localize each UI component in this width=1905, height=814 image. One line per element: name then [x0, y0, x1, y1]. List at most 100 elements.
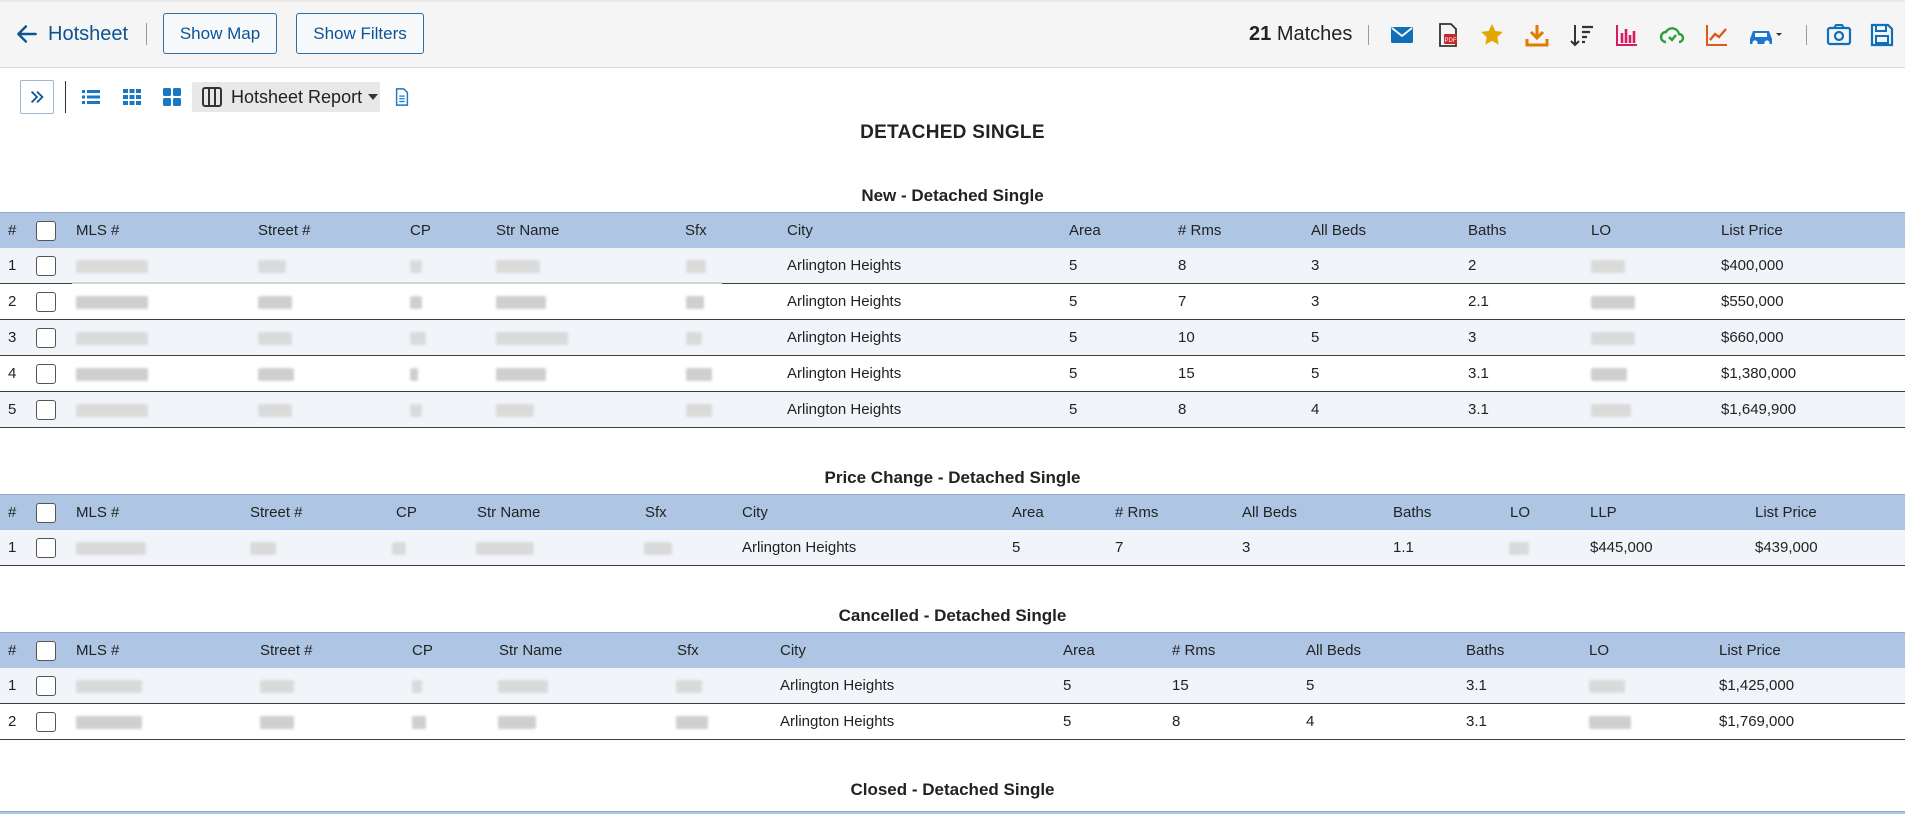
col-header[interactable]: Sfx	[685, 213, 707, 249]
redacted-mls	[76, 368, 148, 381]
table-row[interactable]: 1 Arlington Heights 5 8 3 2 $400,000	[0, 248, 1905, 284]
col-header[interactable]: Area	[1063, 633, 1095, 669]
col-header[interactable]: CP	[396, 495, 417, 531]
star-icon[interactable]	[1477, 20, 1507, 50]
col-header[interactable]: Street #	[260, 633, 313, 669]
col-header[interactable]: List Price	[1719, 633, 1781, 669]
col-header[interactable]: Str Name	[499, 633, 562, 669]
row-checkbox[interactable]	[36, 712, 56, 732]
row-checkbox[interactable]	[36, 256, 56, 276]
col-header[interactable]: Sfx	[677, 633, 699, 669]
show-map-button[interactable]: Show Map	[163, 13, 277, 54]
list-price: $550,000	[1721, 293, 1784, 310]
col-header[interactable]: List Price	[1755, 495, 1817, 531]
section-title-price-change: Price Change - Detached Single	[824, 468, 1081, 487]
save-icon[interactable]	[1867, 20, 1897, 50]
download-icon[interactable]	[1522, 20, 1552, 50]
col-header[interactable]: All Beds	[1242, 495, 1297, 531]
table-row[interactable]: 1 Arlington Heights 5 7 3 1.1 $445,000 $…	[0, 530, 1905, 566]
list-view-icon[interactable]	[79, 85, 103, 109]
beds: 4	[1311, 401, 1320, 418]
row-checkbox[interactable]	[36, 400, 56, 420]
table-row[interactable]: 3 Arlington Heights 5 10 5 3 $660,000	[0, 320, 1905, 356]
col-header[interactable]: City	[780, 633, 806, 669]
col-header[interactable]: CP	[412, 633, 433, 669]
col-header[interactable]: LO	[1591, 213, 1611, 249]
col-header[interactable]: City	[742, 495, 768, 531]
row-checkbox[interactable]	[36, 538, 56, 558]
table-header: # MLS # Street # CP Str Name Sfx City Ar…	[0, 212, 1905, 248]
table-row[interactable]: 4 Arlington Heights 5 15 5 3.1 $1,380,00…	[0, 356, 1905, 392]
document-icon[interactable]	[390, 85, 414, 109]
car-icon[interactable]	[1746, 20, 1786, 50]
camera-search-icon[interactable]	[1824, 20, 1854, 50]
col-header[interactable]: Sfx	[645, 495, 667, 531]
sort-icon[interactable]	[1567, 20, 1597, 50]
redacted-mls	[76, 332, 148, 345]
col-header[interactable]: # Rms	[1178, 213, 1221, 249]
col-header[interactable]: # Rms	[1172, 633, 1215, 669]
table-row[interactable]: 2 Arlington Heights 5 8 4 3.1 $1,769,000	[0, 704, 1905, 740]
select-all-checkbox[interactable]	[36, 503, 56, 523]
col-header[interactable]: Baths	[1393, 495, 1431, 531]
report-dropdown[interactable]: Hotsheet Report	[192, 82, 380, 112]
table-header: # MLS # Street # CP Str Name Sfx City Ar…	[0, 494, 1905, 530]
back-button[interactable]: Hotsheet	[14, 21, 128, 47]
show-filters-button[interactable]: Show Filters	[296, 13, 424, 54]
redacted-sfx	[686, 296, 704, 309]
col-header[interactable]: All Beds	[1306, 633, 1361, 669]
table-row[interactable]: 5 Arlington Heights 5 8 4 3.1 $1,649,900	[0, 392, 1905, 428]
city: Arlington Heights	[742, 539, 857, 556]
col-header[interactable]: Area	[1012, 495, 1044, 531]
baths: 1.1	[1393, 539, 1414, 556]
bar-chart-icon[interactable]	[1612, 20, 1642, 50]
col-header[interactable]: CP	[410, 213, 431, 249]
cloud-sync-icon[interactable]	[1657, 20, 1687, 50]
area: 5	[1069, 365, 1078, 382]
col-header[interactable]: Baths	[1466, 633, 1504, 669]
table-row[interactable]: 2 Arlington Heights 5 7 3 2.1 $550,000	[0, 284, 1905, 320]
col-header[interactable]: Street #	[258, 213, 311, 249]
col-header[interactable]: Str Name	[496, 213, 559, 249]
redacted-lo	[1591, 332, 1635, 345]
col-header[interactable]: All Beds	[1311, 213, 1366, 249]
col-header[interactable]: City	[787, 213, 813, 249]
col-header[interactable]: LO	[1589, 633, 1609, 669]
beds: 5	[1311, 329, 1320, 346]
rooms: 15	[1172, 677, 1189, 694]
col-header[interactable]: Area	[1069, 213, 1101, 249]
row-number: 5	[8, 401, 17, 418]
col-header[interactable]: Baths	[1468, 213, 1506, 249]
line-chart-icon[interactable]	[1702, 20, 1732, 50]
grid-view-icon[interactable]	[120, 85, 144, 109]
col-header[interactable]: MLS #	[76, 495, 119, 531]
redacted-sfx	[686, 368, 712, 381]
col-header[interactable]: # Rms	[1115, 495, 1158, 531]
city: Arlington Heights	[787, 401, 902, 418]
redacted-mls	[76, 404, 148, 417]
col-header[interactable]: MLS #	[76, 213, 119, 249]
col-header[interactable]: MLS #	[76, 633, 119, 669]
row-checkbox[interactable]	[36, 364, 56, 384]
select-all-checkbox[interactable]	[36, 641, 56, 661]
row-checkbox[interactable]	[36, 292, 56, 312]
matches-label: Matches	[1276, 23, 1353, 45]
redacted-mls	[76, 680, 142, 693]
row-checkbox[interactable]	[36, 328, 56, 348]
col-header[interactable]: List Price	[1721, 213, 1783, 249]
col-header[interactable]: LLP	[1590, 495, 1617, 531]
row-checkbox[interactable]	[36, 676, 56, 696]
email-icon[interactable]	[1387, 20, 1417, 50]
expand-panel-button[interactable]	[20, 80, 54, 114]
list-price: $1,769,000	[1719, 713, 1795, 730]
select-all-checkbox[interactable]	[36, 221, 56, 241]
pdf-icon[interactable]: PDF	[1432, 20, 1462, 50]
table-row[interactable]: 1 Arlington Heights 5 15 5 3.1 $1,425,00…	[0, 668, 1905, 704]
city: Arlington Heights	[787, 365, 902, 382]
baths: 3.1	[1466, 677, 1487, 694]
col-header[interactable]: LO	[1510, 495, 1530, 531]
col-header[interactable]: Street #	[250, 495, 303, 531]
tile-view-icon[interactable]	[160, 85, 184, 109]
baths: 3.1	[1466, 713, 1487, 730]
col-header[interactable]: Str Name	[477, 495, 540, 531]
